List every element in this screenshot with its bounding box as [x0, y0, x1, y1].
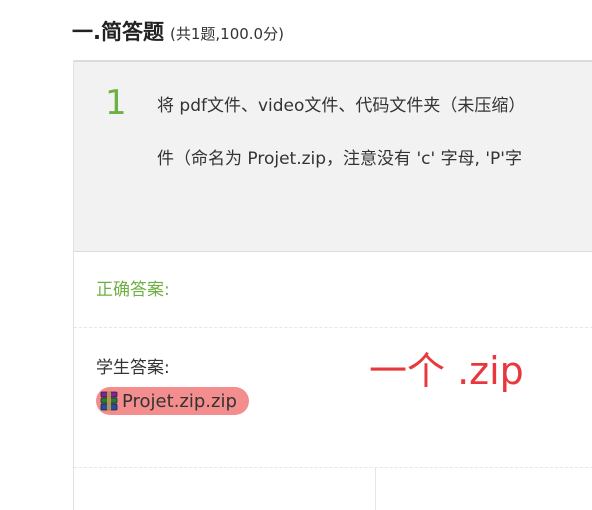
- bottom-divider: [74, 467, 592, 468]
- attachment-link[interactable]: Projet.zip.zip: [96, 387, 249, 415]
- question-text-line-1: 将 pdf文件、video文件、代码文件夹（未压缩）: [157, 96, 526, 116]
- question-card: 1 将 pdf文件、video文件、代码文件夹（未压缩） 件（命名为 Proje…: [73, 60, 592, 510]
- question-text-line-2: 件（命名为 Projet.zip，注意没有 'c' 字母, 'P'字: [157, 149, 522, 169]
- student-answer-label: 学生答案:: [96, 358, 170, 378]
- question-number: 1: [105, 83, 127, 123]
- red-annotation: 一个 .zip: [369, 349, 524, 393]
- question-block: 1 将 pdf文件、video文件、代码文件夹（未压缩） 件（命名为 Proje…: [74, 62, 592, 252]
- section-header: 一.简答题 (共1题,100.0分): [72, 16, 284, 46]
- correct-answer-label: 正确答案:: [96, 280, 170, 300]
- section-title: 一.简答题: [72, 20, 164, 44]
- divider: [74, 327, 592, 328]
- archive-file-icon: [100, 391, 118, 411]
- bottom-column-divider: [375, 467, 376, 510]
- section-meta: (共1题,100.0分): [169, 25, 284, 43]
- attachment-filename: Projet.zip.zip: [122, 390, 237, 412]
